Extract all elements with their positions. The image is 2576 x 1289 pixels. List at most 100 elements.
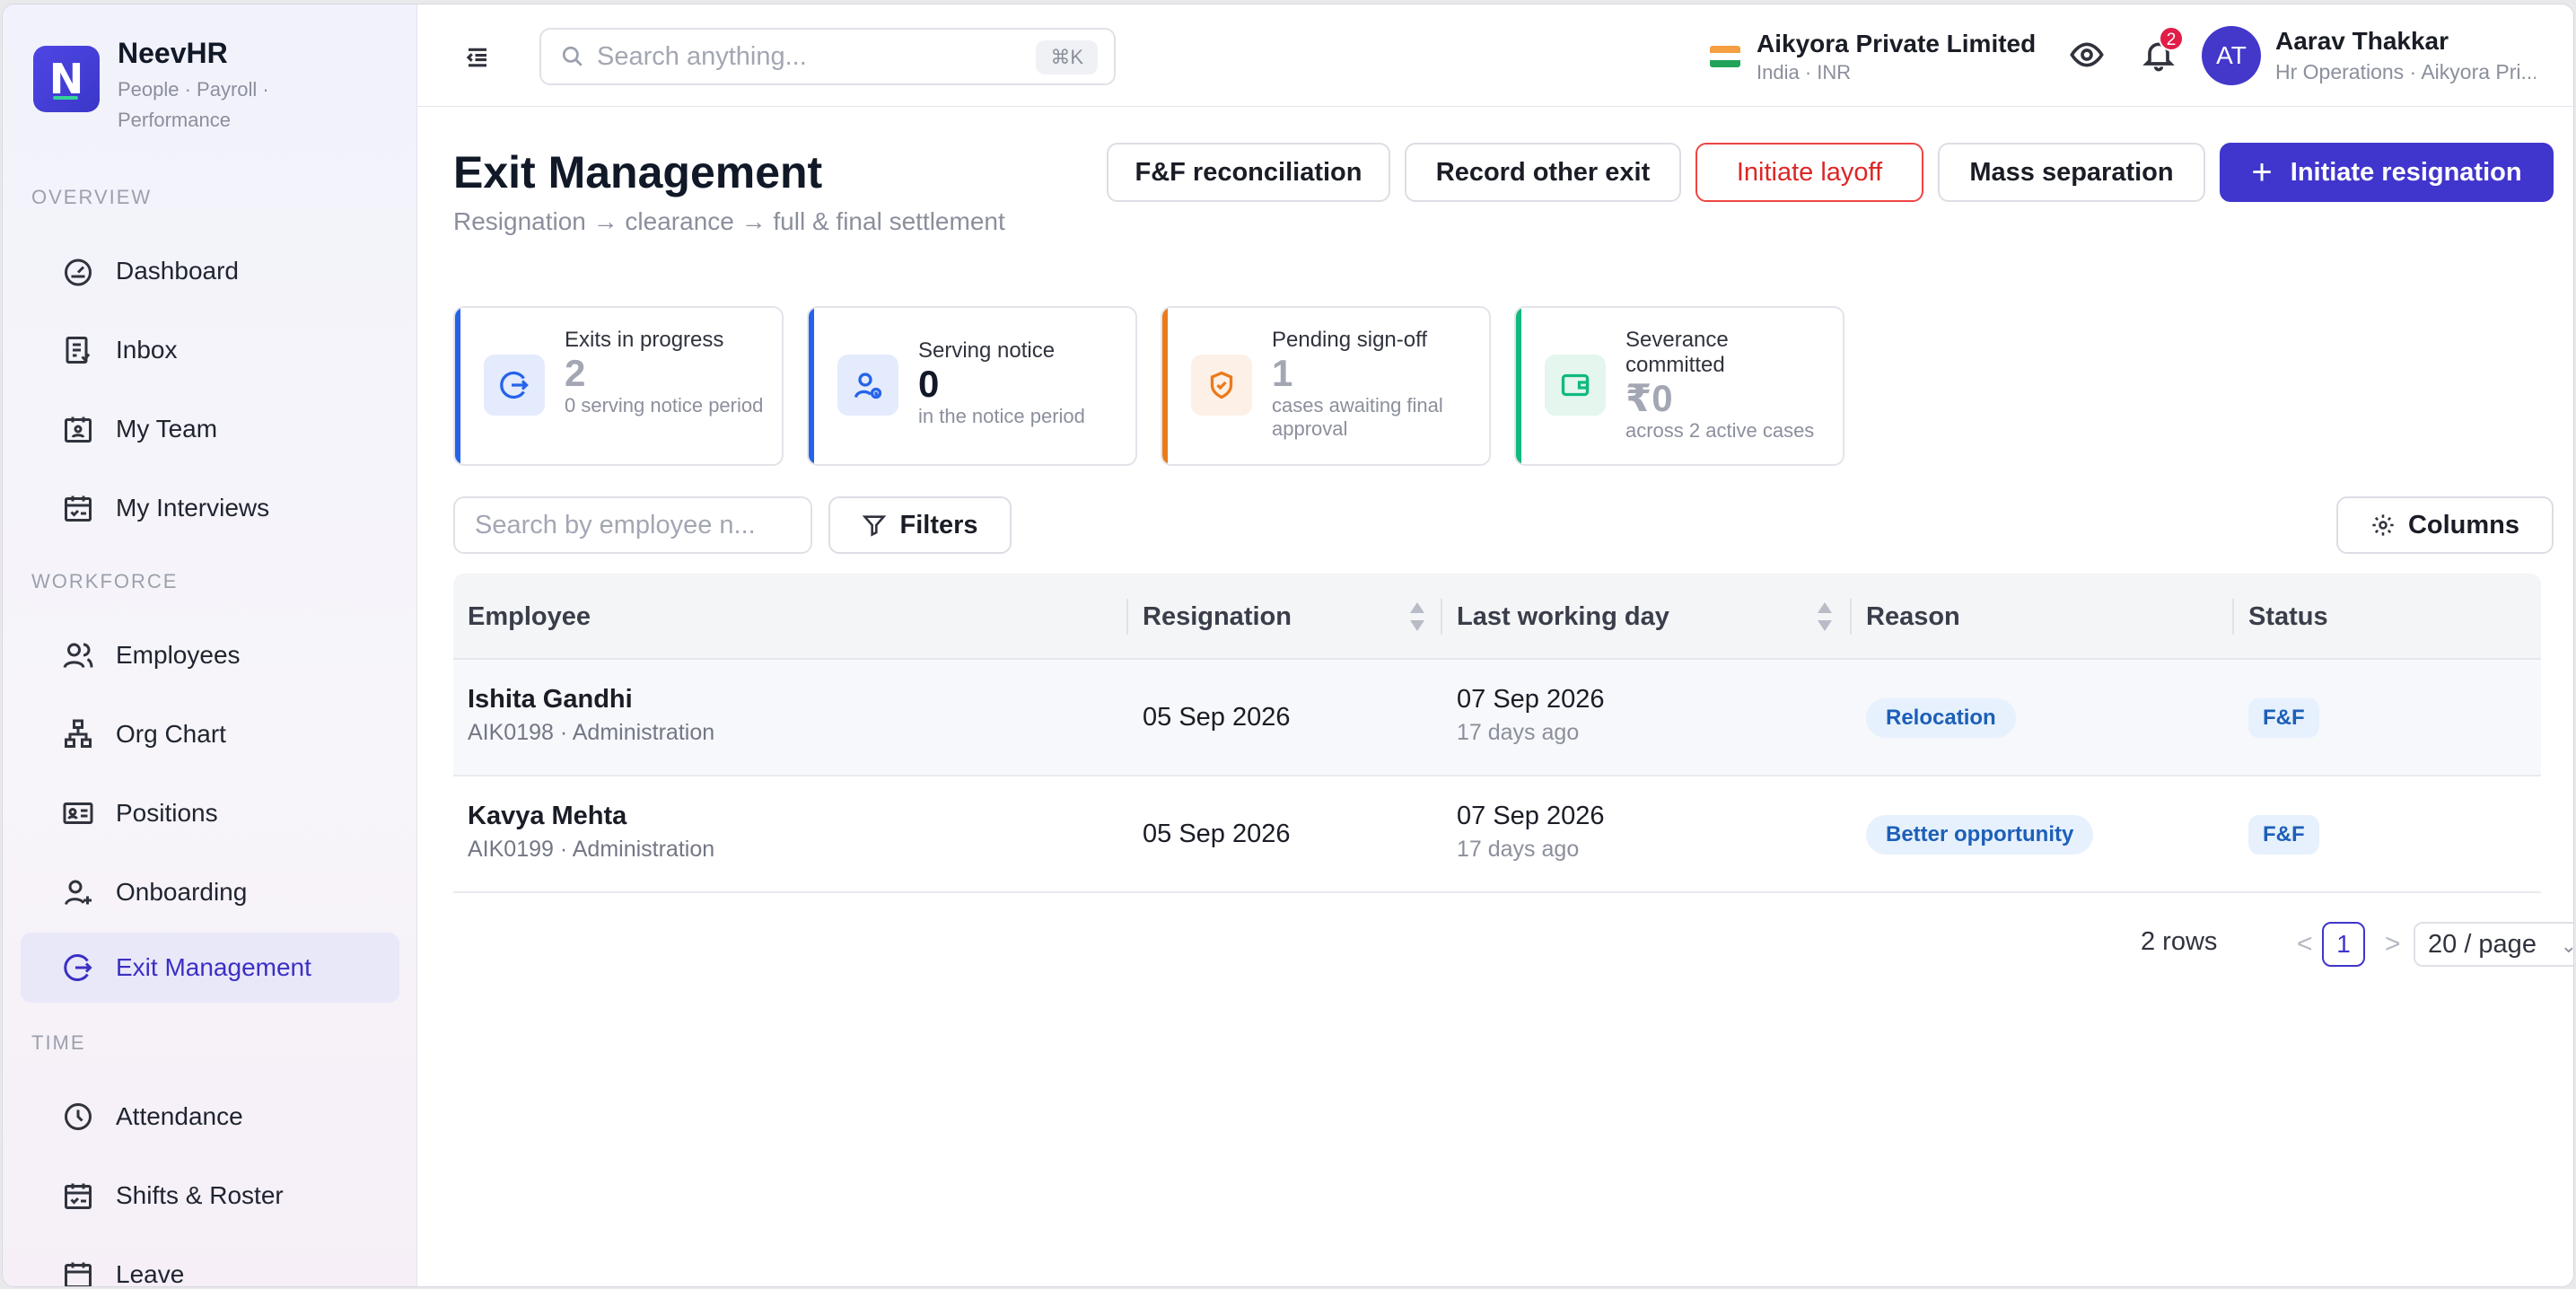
section-label-time: TIME bbox=[31, 1031, 86, 1054]
logo-letter: N bbox=[48, 55, 84, 103]
sidebar-item-label: My Team bbox=[116, 415, 218, 443]
page-size-value: 20 / page bbox=[2428, 930, 2537, 959]
sidebar-item-label: Inbox bbox=[116, 336, 178, 364]
column-header-employee[interactable]: Employee bbox=[453, 574, 591, 660]
card-accent bbox=[1162, 308, 1168, 464]
pagination: 2 rows < 1 > 20 / page ⌄ bbox=[2123, 922, 2573, 967]
filters-button[interactable]: Filters bbox=[828, 496, 1012, 554]
resignation-date: 05 Sep 2026 bbox=[1143, 820, 1291, 848]
stat-foot: 0 serving notice period bbox=[565, 394, 764, 417]
stat-foot: in the notice period bbox=[918, 405, 1085, 427]
sidebar-item-dashboard[interactable]: Dashboard bbox=[21, 236, 399, 306]
column-header-last-working-day[interactable]: Last working day bbox=[1442, 574, 1669, 660]
initiate-resignation-label: Initiate resignation bbox=[2290, 158, 2522, 187]
prev-page-icon[interactable]: < bbox=[2297, 929, 2313, 960]
brand-logo-icon: N bbox=[33, 46, 100, 112]
section-label-overview: OVERVIEW bbox=[31, 186, 153, 208]
page-subtitle: Resignation → clearance → full & final s… bbox=[453, 207, 1005, 235]
sidebar-item-leave[interactable]: Leave bbox=[21, 1240, 399, 1286]
stat-card-exits-in-progress[interactable]: Exits in progress 2 0 serving notice per… bbox=[453, 306, 784, 466]
sidebar-item-org-chart[interactable]: Org Chart bbox=[21, 699, 399, 769]
resignation-date: 05 Sep 2026 bbox=[1143, 703, 1291, 732]
filter-funnel-icon bbox=[863, 515, 887, 537]
sidebar-item-positions[interactable]: Positions bbox=[21, 778, 399, 848]
brand[interactable]: N NeevHR People · Payroll · Performance bbox=[33, 31, 297, 136]
sidebar-item-employees[interactable]: Employees bbox=[21, 620, 399, 690]
last-working-day-relative: 17 days ago bbox=[1457, 837, 1580, 862]
global-search-input[interactable] bbox=[597, 41, 992, 72]
ff-reconciliation-button[interactable]: F&F reconciliation bbox=[1107, 143, 1390, 202]
leave-calendar-icon bbox=[62, 1258, 94, 1286]
sidebar-item-label: Employees bbox=[116, 641, 241, 669]
page-title: Exit Management bbox=[453, 147, 823, 197]
mass-separation-button[interactable]: Mass separation bbox=[1938, 143, 2205, 202]
exit-arrow-icon bbox=[62, 951, 94, 984]
column-header-resignation[interactable]: Resignation bbox=[1128, 574, 1292, 660]
sidebar-item-label: Onboarding bbox=[116, 878, 248, 906]
global-search[interactable]: ⌘K bbox=[539, 28, 1116, 85]
employee-meta: AIK0199 · Administration bbox=[468, 837, 715, 862]
column-header-reason[interactable]: Reason bbox=[1852, 574, 1960, 660]
sidebar-item-label: My Interviews bbox=[116, 494, 270, 522]
initiate-resignation-button[interactable]: + Initiate resignation bbox=[2220, 143, 2554, 202]
india-flag-icon bbox=[1710, 46, 1740, 67]
sidebar-item-shifts-roster[interactable]: Shifts & Roster bbox=[21, 1161, 399, 1231]
avatar[interactable]: AT bbox=[2202, 26, 2261, 85]
sidebar-item-my-interviews[interactable]: My Interviews bbox=[21, 473, 399, 543]
employee-name[interactable]: Ishita Gandhi bbox=[468, 681, 714, 717]
sidebar-item-label: Attendance bbox=[116, 1102, 243, 1130]
collapse-sidebar-icon[interactable] bbox=[464, 44, 491, 71]
search-icon bbox=[562, 46, 583, 66]
sort-icon[interactable] bbox=[1408, 601, 1426, 633]
last-working-day: 07 Sep 2026 bbox=[1457, 802, 1605, 830]
sidebar-item-exit-management[interactable]: Exit Management bbox=[21, 933, 399, 1003]
page-number-button[interactable]: 1 bbox=[2322, 922, 2365, 967]
stat-card-pending-signoff[interactable]: Pending sign-off 1 cases awaiting final … bbox=[1161, 306, 1491, 466]
stat-value: 1 bbox=[1272, 352, 1293, 394]
sidebar-item-label: Exit Management bbox=[116, 953, 311, 981]
page-size-select[interactable]: 20 / page ⌄ bbox=[2414, 922, 2573, 967]
status-badge: F&F bbox=[2248, 698, 2319, 738]
sidebar-item-label: Positions bbox=[116, 799, 218, 827]
row-count: 2 rows bbox=[2141, 927, 2218, 956]
user-menu[interactable]: Aarav Thakkar Hr Operations · Aikyora Pr… bbox=[2275, 24, 2536, 85]
eye-icon[interactable] bbox=[2069, 37, 2105, 73]
employee-search-input[interactable] bbox=[453, 496, 812, 554]
stat-label: Pending sign-off bbox=[1272, 328, 1428, 352]
columns-label: Columns bbox=[2407, 510, 2520, 539]
logo-accent-bar bbox=[53, 96, 78, 100]
reason-tag: Relocation bbox=[1866, 698, 2016, 738]
sidebar-item-my-team[interactable]: My Team bbox=[21, 394, 399, 464]
table-row[interactable]: Ishita Gandhi AIK0198 · Administration 0… bbox=[453, 660, 2541, 776]
bell-icon[interactable]: 2 bbox=[2141, 26, 2184, 73]
stat-foot: cases awaiting final approval bbox=[1272, 394, 1443, 440]
brand-tagline: People · Payroll · Performance bbox=[118, 78, 269, 131]
org-switcher[interactable]: Aikyora Private Limited India · INR bbox=[1710, 28, 2036, 85]
sidebar-item-label: Org Chart bbox=[116, 720, 226, 748]
card-accent bbox=[455, 308, 460, 464]
sidebar-item-attendance[interactable]: Attendance bbox=[21, 1082, 399, 1152]
gear-icon bbox=[2372, 514, 2394, 536]
next-page-icon[interactable]: > bbox=[2385, 929, 2401, 960]
stat-value: ₹0 bbox=[1625, 377, 1673, 419]
employee-meta: AIK0198 · Administration bbox=[468, 720, 715, 745]
columns-button[interactable]: Columns bbox=[2336, 496, 2554, 554]
initiate-layoff-button[interactable]: Initiate layoff bbox=[1695, 143, 1923, 202]
onboarding-user-plus-icon bbox=[62, 876, 94, 908]
section-label-workforce: WORKFORCE bbox=[31, 570, 179, 592]
sort-icon[interactable] bbox=[1816, 601, 1834, 633]
exits-table: Employee Resignation Last working day Re… bbox=[453, 574, 2541, 893]
stat-card-severance-committed[interactable]: Severance committed ₹0 across 2 active c… bbox=[1514, 306, 1844, 466]
main-content: Exit Management Resignation → clearance … bbox=[417, 107, 2573, 1286]
status-badge: F&F bbox=[2248, 815, 2319, 855]
record-other-exit-button[interactable]: Record other exit bbox=[1405, 143, 1681, 202]
stat-value: 2 bbox=[565, 352, 586, 394]
employee-name[interactable]: Kavya Mehta bbox=[468, 798, 714, 834]
user-clock-icon bbox=[837, 355, 898, 416]
stat-card-serving-notice[interactable]: Serving notice 0 in the notice period bbox=[807, 306, 1137, 466]
stat-label: Exits in progress bbox=[565, 328, 724, 352]
sidebar-item-onboarding[interactable]: Onboarding bbox=[21, 857, 399, 927]
column-header-status[interactable]: Status bbox=[2234, 574, 2328, 660]
sidebar-item-inbox[interactable]: Inbox bbox=[21, 315, 399, 385]
table-row[interactable]: Kavya Mehta AIK0199 · Administration 05 … bbox=[453, 776, 2541, 893]
